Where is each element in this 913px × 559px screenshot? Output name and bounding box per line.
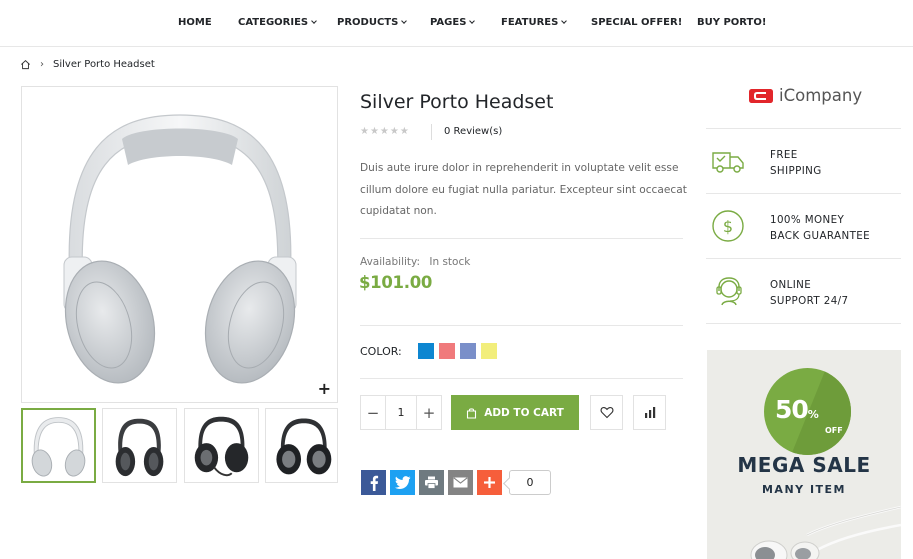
thumbnail-black-headphones (115, 418, 164, 477)
chevron-down-icon (469, 18, 476, 24)
breadcrumb: › Silver Porto Headset (20, 59, 155, 70)
color-swatch-yellow[interactable] (481, 343, 497, 359)
nav-features[interactable]: FEATURES (501, 17, 568, 28)
product-title: Silver Porto Headset (360, 91, 554, 113)
banner-title: MEGA SALE (737, 453, 871, 477)
thumbnail-2[interactable] (102, 408, 177, 483)
divider (360, 238, 683, 239)
nav-features-label: FEATURES (501, 17, 559, 28)
nav-home-label: HOME (178, 17, 212, 28)
shopping-bag-icon (467, 407, 477, 419)
add-to-cart-button[interactable]: ADD TO CART (451, 395, 579, 430)
nav-buy-porto[interactable]: BUY PORTO! (697, 17, 766, 28)
discount-percent: 50% (775, 395, 819, 424)
svg-text:$: $ (723, 217, 733, 236)
quantity-input[interactable]: 1 (385, 396, 417, 429)
wishlist-button[interactable] (590, 395, 623, 430)
dollar-icon: $ (712, 210, 744, 242)
compare-button[interactable] (633, 395, 666, 430)
add-to-cart-label: ADD TO CART (484, 406, 564, 419)
quantity-stepper: − 1 + (360, 395, 442, 430)
nav-pages-label: PAGES (430, 17, 467, 28)
nav-products[interactable]: PRODUCTS (337, 17, 408, 28)
breadcrumb-separator: › (40, 59, 44, 70)
thumbnail-silver-headphones (31, 417, 86, 477)
quantity-decrease-button[interactable]: − (361, 396, 385, 429)
divider (431, 124, 432, 140)
twitter-icon[interactable] (390, 470, 415, 495)
rating-stars: ★★★★★ (360, 126, 410, 137)
availability-value: In stock (429, 256, 471, 268)
feature-text: ONLINE SUPPORT 24/7 (770, 277, 849, 309)
support-icon (716, 277, 742, 306)
print-icon[interactable] (419, 470, 444, 495)
feature-line: ONLINE (770, 279, 812, 291)
feature-line: SUPPORT 24/7 (770, 295, 849, 307)
bar-chart-icon (644, 407, 655, 418)
nav-home[interactable]: HOME (178, 17, 212, 28)
color-label: COLOR: (360, 345, 402, 358)
feature-line: FREE (770, 149, 798, 161)
thumbnail-3[interactable] (184, 408, 259, 483)
earphones-image (750, 505, 901, 559)
share-count: 0 (509, 470, 551, 495)
availability-label: Availability: (360, 256, 421, 268)
feature-line: BACK GUARANTEE (770, 230, 871, 242)
email-icon[interactable] (448, 470, 473, 495)
breadcrumb-current: Silver Porto Headset (53, 59, 155, 70)
truck-icon (712, 152, 744, 173)
quantity-increase-button[interactable]: + (417, 396, 441, 429)
availability: Availability: In stock (360, 256, 470, 268)
brand-name: iCompany (779, 86, 863, 105)
more-icon[interactable] (477, 470, 502, 495)
discount-off-label: OFF (825, 426, 843, 435)
brand-logo[interactable]: iCompany (748, 86, 862, 105)
nav-pages[interactable]: PAGES (430, 17, 476, 28)
color-swatch-lavender[interactable] (460, 343, 476, 359)
nav-categories-label: CATEGORIES (238, 17, 309, 28)
home-icon[interactable] (20, 59, 31, 70)
color-swatch-pink[interactable] (439, 343, 455, 359)
chevron-down-icon (401, 18, 408, 24)
headphones-image (63, 114, 297, 384)
thumbnail-black-headset (194, 416, 249, 477)
color-swatch-blue[interactable] (418, 343, 434, 359)
discount-badge: 50% OFF (764, 368, 851, 455)
heart-icon (600, 406, 613, 419)
chevron-down-icon (561, 18, 568, 24)
icompany-logo-icon (749, 88, 773, 103)
chevron-down-icon (311, 18, 317, 24)
nav-categories[interactable]: CATEGORIES (238, 17, 317, 28)
feature-text: FREE SHIPPING (770, 147, 822, 179)
nav-special-offer[interactable]: SPECIAL OFFER! (591, 17, 682, 28)
divider (360, 325, 683, 326)
reviews-link[interactable]: 0 Review(s) (444, 126, 502, 137)
thumbnail-black-studio-headphones (276, 418, 332, 475)
feature-line: 100% MONEY (770, 214, 845, 226)
divider (360, 378, 683, 379)
product-price: $101.00 (359, 273, 433, 292)
top-navigation: HOME CATEGORIES PRODUCTS PAGES FEATURES … (0, 0, 913, 47)
feature-text: 100% MONEY BACK GUARANTEE (770, 212, 870, 244)
feature-line: SHIPPING (770, 165, 822, 177)
nav-buy-porto-label: BUY PORTO! (697, 17, 767, 28)
mega-sale-banner[interactable]: 50% OFF MEGA SALE MANY ITEM (707, 350, 901, 559)
nav-products-label: PRODUCTS (337, 17, 399, 28)
thumbnail-1[interactable] (21, 408, 96, 483)
product-main-image[interactable]: + (21, 86, 338, 403)
product-description: Duis aute irure dolor in reprehenderit i… (360, 162, 687, 217)
facebook-icon[interactable] (361, 470, 386, 495)
thumbnail-4[interactable] (265, 408, 338, 483)
nav-special-offer-label: SPECIAL OFFER! (591, 17, 683, 28)
zoom-icon[interactable]: + (318, 381, 331, 397)
